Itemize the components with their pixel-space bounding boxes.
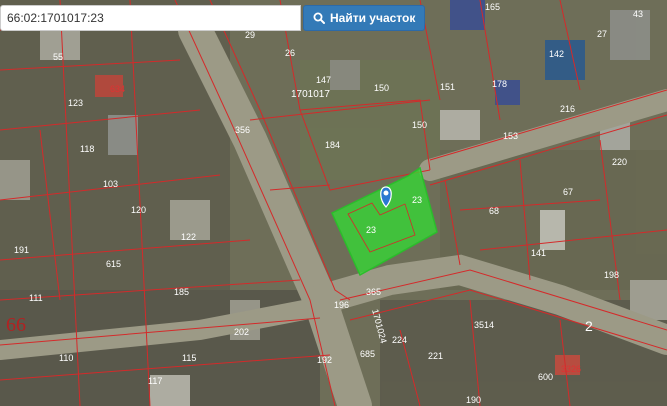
parcel-label: 111 <box>29 293 43 303</box>
parcel-label: 3514 <box>474 320 494 330</box>
parcel-label: 150 <box>412 120 427 130</box>
parcel-label: 55 <box>53 52 63 62</box>
parcel-label: 151 <box>440 82 455 92</box>
parcel-label: 141 <box>531 248 546 258</box>
parcel-label: 23 <box>412 195 422 205</box>
parcel-label: 634 <box>110 84 125 94</box>
parcel-label: 190 <box>466 395 481 405</box>
parcel-label: 103 <box>103 179 118 189</box>
region-label: 66 <box>6 314 26 336</box>
parcel-label: 27 <box>597 29 607 39</box>
parcel-label: 196 <box>334 300 349 310</box>
parcel-label: 29 <box>245 30 255 40</box>
parcel-label: 26 <box>285 48 295 58</box>
cadastral-map[interactable]: 165 27 26 147 150 151 178 142 123 634 11… <box>0 0 667 406</box>
find-parcel-label: Найти участок <box>330 11 416 25</box>
selected-parcel-label: 23 <box>366 225 376 235</box>
search-input[interactable] <box>0 5 301 31</box>
parcel-label: 178 <box>492 79 507 89</box>
parcel-label: 202 <box>234 327 249 337</box>
quarter-label: 1701017 <box>291 89 330 100</box>
parcel-label: 221 <box>428 351 443 361</box>
parcel-label: 192 <box>317 355 332 365</box>
parcel-label: 120 <box>131 205 146 215</box>
parcel-label: 110 <box>59 353 73 363</box>
parcel-label: 220 <box>612 157 627 167</box>
parcel-label: 685 <box>360 349 375 359</box>
parcel-label: 117 <box>148 376 162 386</box>
parcel-label: 147 <box>316 75 331 85</box>
parcel-label: 191 <box>14 245 29 255</box>
parcel-label: 123 <box>68 98 83 108</box>
parcel-label: 3326 <box>561 364 581 374</box>
parcel-label: 165 <box>485 2 500 12</box>
parcel-label: 43 <box>633 9 643 19</box>
parcel-label: 67 <box>563 187 573 197</box>
parcel-label: 150 <box>374 83 389 93</box>
parcel-label: 356 <box>235 125 250 135</box>
find-parcel-button[interactable]: Найти участок <box>303 5 426 31</box>
parcel-label: 600 <box>538 372 553 382</box>
parcel-label: 115 <box>182 353 196 363</box>
parcel-label: 216 <box>560 104 575 114</box>
parcel-label: 365 <box>366 287 381 297</box>
search-bar: Найти участок <box>0 5 426 31</box>
parcel-label: 184 <box>325 140 340 150</box>
parcel-label: 122 <box>181 232 196 242</box>
road-label: 2 <box>585 318 593 334</box>
parcel-label: 224 <box>392 335 407 345</box>
parcel-label: 185 <box>174 287 189 297</box>
parcel-label: 198 <box>604 270 619 280</box>
parcel-label: 142 <box>549 49 564 59</box>
parcel-label: 615 <box>106 259 121 269</box>
parcel-label: 118 <box>80 144 94 154</box>
parcel-label: 68 <box>489 206 499 216</box>
search-icon <box>313 12 325 24</box>
parcel-label: 153 <box>503 131 518 141</box>
